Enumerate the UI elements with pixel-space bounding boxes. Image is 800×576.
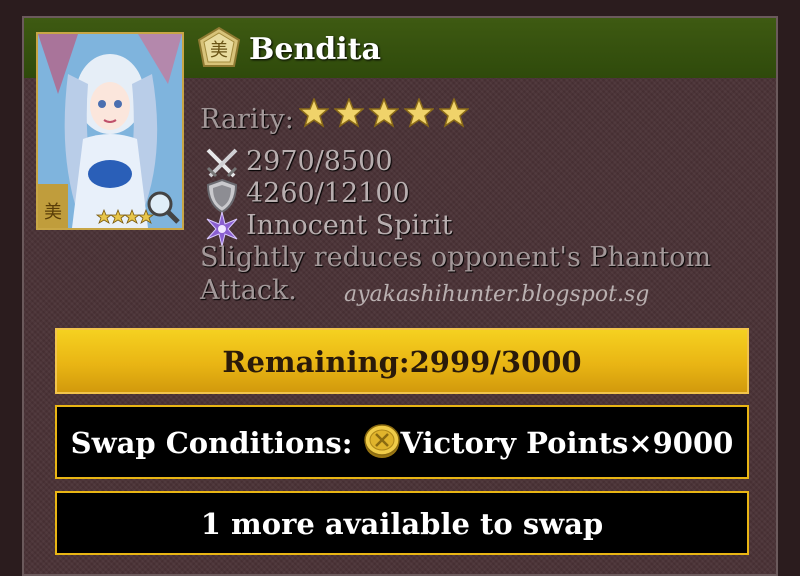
- swap-conditions-value: Victory Points×9000: [400, 426, 734, 460]
- availability-bar: 1 more available to swap: [55, 491, 749, 555]
- svg-text:美: 美: [44, 202, 62, 223]
- attribute-emblem-icon: 美: [197, 26, 241, 67]
- swap-conditions-bar[interactable]: Swap Conditions: Victory Points×9000: [55, 405, 749, 479]
- skill-name: Innocent Spirit: [246, 210, 453, 241]
- crossed-swords-icon: [206, 148, 238, 178]
- card-name: Bendita: [249, 32, 381, 67]
- shield-icon: [206, 178, 238, 214]
- rarity-stars: [299, 98, 474, 132]
- defense-value: 4260/12100: [246, 178, 410, 209]
- svg-text:美: 美: [210, 40, 228, 61]
- card-art: 美: [38, 34, 182, 228]
- rarity-label: Rarity:: [200, 104, 294, 135]
- remaining-bar: Remaining:2999/3000: [55, 328, 749, 394]
- swap-conditions-label: Swap Conditions:: [70, 426, 363, 460]
- star-icon: [404, 98, 434, 128]
- victory-coin-icon: [363, 424, 400, 458]
- skill-description-line-1: Slightly reduces opponent's Phantom: [200, 242, 712, 273]
- attack-value: 2970/8500: [246, 146, 393, 177]
- star-icon: [439, 98, 469, 128]
- star-icon: [369, 98, 399, 128]
- star-icon: [299, 98, 329, 128]
- card-detail-panel: 美 Bendita 美 Rarity: 2970/8500 4260/12100…: [22, 16, 778, 576]
- card-portrait[interactable]: 美: [36, 32, 184, 230]
- star-icon: [334, 98, 364, 128]
- skill-description-line-2: Attack.: [200, 275, 297, 306]
- watermark: ayakashihunter.blogspot.sg: [344, 282, 650, 307]
